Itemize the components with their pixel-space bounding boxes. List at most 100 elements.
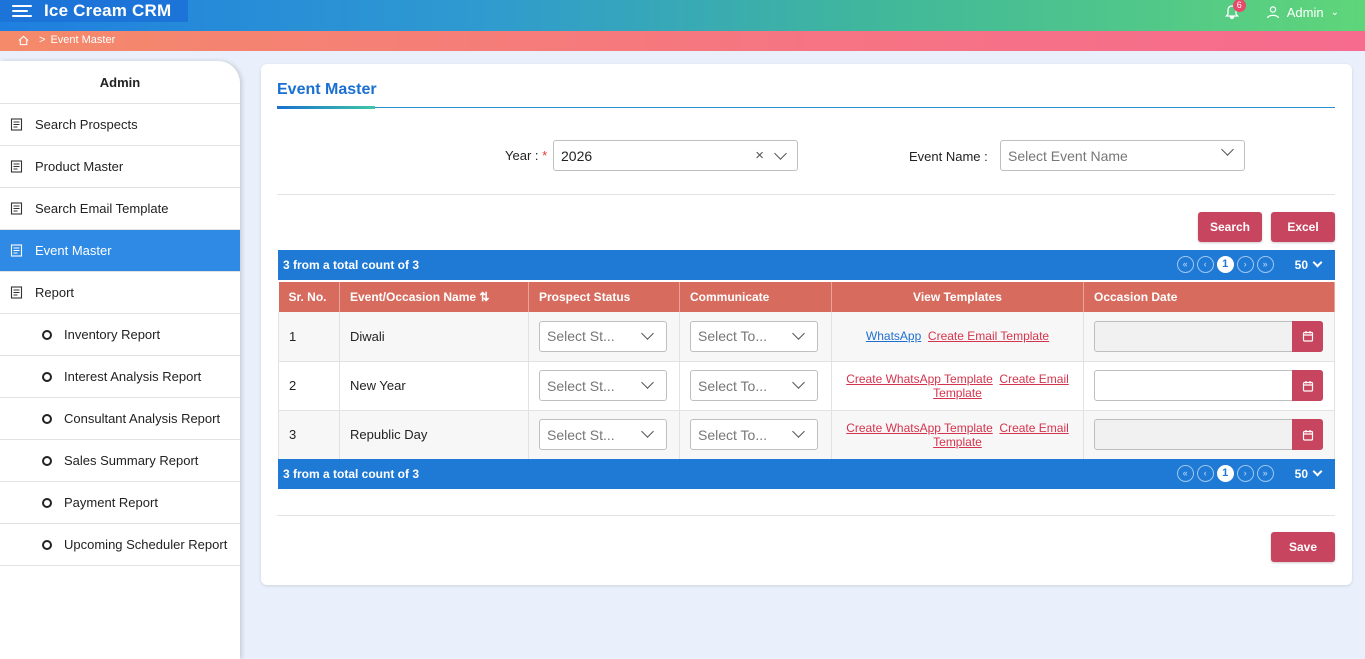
page-size-select[interactable]: 50: [1294, 257, 1323, 272]
user-icon: [1266, 6, 1279, 19]
occasion-date-input[interactable]: [1094, 370, 1323, 401]
chevron-down-icon[interactable]: [774, 147, 787, 160]
select-placeholder: Select To...: [698, 328, 768, 345]
communicate-select[interactable]: Select To...: [690, 419, 818, 450]
sidebar-item-label: Search Email Template: [35, 201, 169, 216]
prospect-status-cell: Select St...: [528, 312, 680, 362]
circle-bullet-icon: [42, 413, 52, 424]
communicate-select[interactable]: Select To...: [690, 370, 818, 401]
sidebar-subitem-label: Interest Analysis Report: [64, 369, 202, 384]
event-name-cell: New Year: [339, 361, 529, 411]
chevron-down-icon: [1312, 466, 1323, 477]
sidebar-subitem-interest-analysis-report[interactable]: Interest Analysis Report: [0, 356, 240, 398]
sidebar-subitem-upcoming-scheduler-report[interactable]: Upcoming Scheduler Report: [0, 524, 240, 566]
column-header-event-name[interactable]: Event/Occasion Name ⇅: [339, 282, 529, 312]
sidebar-item-event-master[interactable]: Event Master: [0, 230, 240, 272]
view-templates-cell: Create WhatsApp Template Create Email Te…: [831, 361, 1084, 411]
chevron-down-icon[interactable]: [1221, 143, 1234, 156]
whatsapp-link[interactable]: WhatsApp: [866, 329, 921, 343]
document-icon: [10, 118, 23, 131]
current-page-button[interactable]: 1: [1216, 256, 1234, 273]
save-button[interactable]: Save: [1271, 532, 1335, 562]
create-whatsapp-template-link[interactable]: Create WhatsApp Template: [846, 372, 993, 386]
prospect-status-select[interactable]: Select St...: [539, 419, 667, 450]
search-button[interactable]: Search: [1198, 212, 1262, 242]
year-label: Year : *: [505, 148, 547, 163]
notification-bell-icon[interactable]: 6: [1224, 0, 1246, 20]
view-templates-cell: WhatsApp Create Email Template: [831, 312, 1084, 362]
clear-icon[interactable]: ×: [755, 148, 764, 163]
document-icon: [10, 244, 23, 257]
sidebar-subitem-payment-report[interactable]: Payment Report: [0, 482, 240, 524]
sidebar-item-search-prospects[interactable]: Search Prospects: [0, 104, 240, 146]
sidebar-item-report[interactable]: Report: [0, 272, 240, 314]
prev-page-icon[interactable]: ‹: [1196, 465, 1214, 482]
sidebar: Admin Search Prospects Product Master Se…: [0, 61, 240, 659]
sidebar-item-product-master[interactable]: Product Master: [0, 146, 240, 188]
occasion-date-input[interactable]: [1094, 419, 1323, 450]
page-size-value: 50: [1294, 466, 1308, 481]
hamburger-menu-icon[interactable]: [12, 4, 34, 18]
breadcrumb-separator: >: [39, 34, 46, 46]
title-divider: [277, 107, 1335, 108]
event-name-select[interactable]: Select Event Name: [1000, 140, 1245, 171]
home-icon[interactable]: [18, 35, 29, 46]
sort-icon[interactable]: ⇅: [479, 290, 489, 304]
first-page-icon[interactable]: «: [1176, 256, 1194, 273]
page-title: Event Master: [277, 81, 377, 98]
sidebar-subitem-label: Upcoming Scheduler Report: [64, 537, 228, 552]
column-header-view-templates: View Templates: [831, 282, 1084, 312]
table-row: 1 Diwali Select St... Select To... Whats…: [278, 312, 1335, 362]
communicate-cell: Select To...: [679, 410, 832, 460]
create-email-template-link[interactable]: Create Email Template: [928, 329, 1049, 343]
prospect-status-select[interactable]: Select St...: [539, 370, 667, 401]
last-page-icon[interactable]: »: [1256, 256, 1274, 273]
prospect-status-select[interactable]: Select St...: [539, 320, 667, 352]
user-menu[interactable]: Admin ⌄: [1266, 5, 1339, 20]
occasion-date-cell: [1083, 312, 1335, 362]
page-size-value: 50: [1294, 257, 1308, 272]
page-size-select[interactable]: 50: [1294, 466, 1323, 481]
user-name: Admin: [1286, 4, 1324, 20]
occasion-date-input[interactable]: [1094, 320, 1323, 352]
sidebar-heading: Admin: [0, 61, 240, 104]
calendar-icon[interactable]: [1292, 419, 1323, 450]
main-card: Event Master Year : * 2026 × Event Name …: [261, 64, 1352, 585]
circle-bullet-icon: [42, 455, 52, 466]
sidebar-item-search-email-template[interactable]: Search Email Template: [0, 188, 240, 230]
event-name-cell: Diwali: [339, 312, 529, 362]
year-select[interactable]: 2026 ×: [553, 140, 798, 171]
view-templates-cell: Create WhatsApp Template Create Email Te…: [831, 410, 1084, 460]
event-select-controls: [1221, 143, 1234, 156]
select-placeholder: Select To...: [698, 426, 768, 443]
first-page-icon[interactable]: «: [1176, 465, 1194, 482]
communicate-cell: Select To...: [679, 312, 832, 362]
last-page-icon[interactable]: »: [1256, 465, 1274, 482]
sidebar-subitem-label: Inventory Report: [64, 327, 161, 342]
pager-top: 3 from a total count of 3 « ‹ 1 › » 50: [278, 250, 1335, 280]
sidebar-subitem-sales-summary-report[interactable]: Sales Summary Report: [0, 440, 240, 482]
required-asterisk: *: [542, 148, 548, 163]
next-page-icon[interactable]: ›: [1236, 465, 1254, 482]
chevron-down-icon: [792, 425, 805, 438]
event-name-placeholder: Select Event Name: [1008, 147, 1128, 164]
sidebar-subitem-inventory-report[interactable]: Inventory Report: [0, 314, 240, 356]
excel-button[interactable]: Excel: [1271, 212, 1335, 242]
communicate-select[interactable]: Select To...: [690, 320, 818, 352]
circle-bullet-icon: [42, 539, 52, 550]
communicate-cell: Select To...: [679, 361, 832, 411]
occasion-date-cell: [1083, 361, 1335, 411]
breadcrumb: > Event Master: [18, 34, 115, 46]
calendar-icon[interactable]: [1292, 320, 1323, 352]
calendar-icon[interactable]: [1292, 370, 1323, 401]
create-whatsapp-template-link[interactable]: Create WhatsApp Template: [846, 421, 993, 435]
sidebar-subitem-consultant-analysis-report[interactable]: Consultant Analysis Report: [0, 398, 240, 440]
next-page-icon[interactable]: ›: [1236, 256, 1254, 273]
title-underline: [277, 106, 375, 109]
chevron-down-icon: [1312, 257, 1323, 268]
current-page-button[interactable]: 1: [1216, 465, 1234, 482]
chevron-down-icon: ⌄: [1330, 6, 1339, 18]
prev-page-icon[interactable]: ‹: [1196, 256, 1214, 273]
select-placeholder: Select St...: [547, 377, 615, 394]
event-name-label: Event Name :: [909, 149, 988, 164]
